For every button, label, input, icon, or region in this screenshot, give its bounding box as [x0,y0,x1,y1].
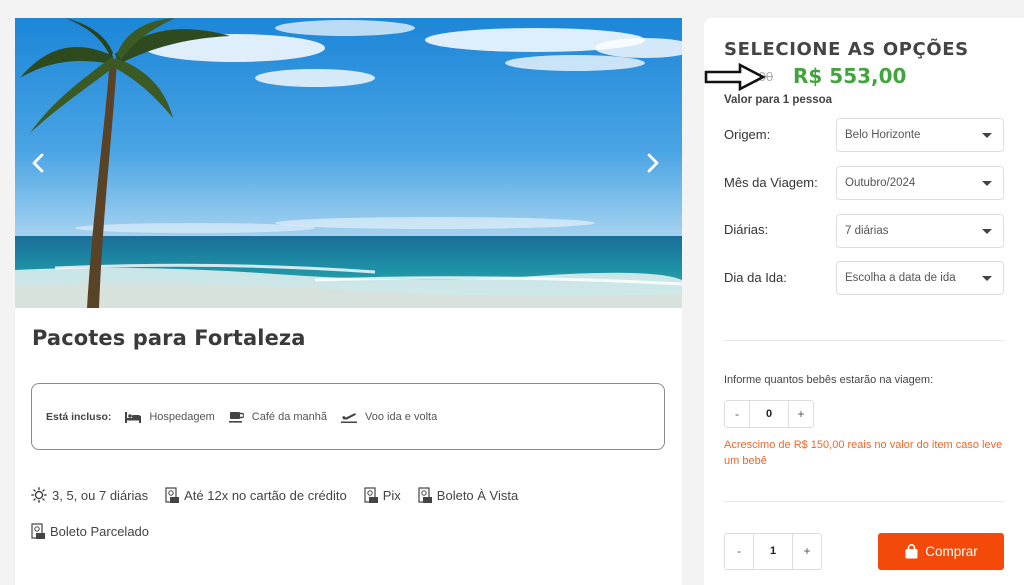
feature-label: Boleto À Vista [436,487,519,503]
departure-day-select-value: Escolha a data de ida [845,272,956,284]
included-item-breakfast: Café da manhã [228,410,328,423]
babies-decrement-button[interactable]: - [725,401,749,427]
month-select-value: Outubro/2024 [845,177,916,189]
feature-label: Boleto Parcelado [50,523,150,539]
price-note: Valor para 1 pessoa [724,94,833,106]
origin-select-value: Belo Horizonte [845,129,921,141]
divider [724,501,1004,502]
beach-photo [15,18,682,308]
options-panel: SELECIONE AS OPÇÕES R$ ...,00 R$ 553,00 … [704,18,1024,585]
receipt-icon [165,486,180,503]
feature-label: Pix [382,487,401,503]
arrow-annotation-icon [704,62,766,92]
feature-label: 3, 5, ou 7 diárias [52,487,149,503]
included-label: Está incluso: [46,410,112,423]
quantity-value[interactable]: 1 [753,534,793,569]
babies-note: Acrescimo de R$ 150,00 reais no valor do… [724,439,1003,467]
receipt-icon [31,522,45,539]
included-item-label: Voo ida e volta [365,410,438,423]
quantity-increment-button[interactable]: + [793,534,821,569]
carousel-next-icon[interactable] [640,151,664,175]
receipt-icon [364,486,378,503]
bed-icon [125,411,142,423]
departure-day-label: Dia da Ida: [724,270,787,285]
chevron-down-icon [982,229,992,234]
buy-button[interactable]: Comprar [878,533,1004,570]
babies-count[interactable]: 0 [749,401,789,427]
shopping-bag-icon [905,544,918,559]
package-card: Pacotes para Fortaleza Está incluso: Hos… [15,18,682,585]
origin-label: Origem: [724,127,771,142]
buy-button-label: Comprar [925,544,978,559]
feature-item: Boleto À Vista [418,486,519,504]
babies-increment-button[interactable]: + [789,401,813,427]
package-title: Pacotes para Fortaleza [32,326,306,350]
quantity-decrement-button[interactable]: - [725,534,753,569]
receipt-icon [418,486,432,503]
included-item-label: Hospedagem [149,410,215,423]
feature-label: Até 12x no cartão de crédito [184,487,347,503]
babies-label: Informe quantos bebês estarão na viagem: [724,374,934,386]
departure-day-select[interactable]: Escolha a data de ida [836,261,1004,295]
quantity-stepper[interactable]: - 1 + [724,533,822,570]
price: R$ 553,00 [793,64,907,88]
origin-select[interactable]: Belo Horizonte [836,118,1004,152]
nights-label: Diárias: [724,222,769,237]
chevron-down-icon [982,276,992,281]
options-title: SELECIONE AS OPÇÕES [724,39,969,60]
features-list: 3, 5, ou 7 diárias Até 12x no cartão de … [31,485,671,557]
month-label: Mês da Viagem: [724,175,818,190]
sun-icon [31,487,47,503]
included-box: Está incluso: Hospedagem Café da manhã V… [31,383,665,450]
carousel-prev-icon[interactable] [27,151,51,175]
coffee-icon [228,411,244,423]
feature-item: 3, 5, ou 7 diárias [31,487,148,503]
nights-select-value: 7 diárias [845,225,889,237]
plane-icon [341,413,358,423]
chevron-down-icon [982,133,992,138]
babies-stepper[interactable]: - 0 + [724,400,814,428]
feature-item: Até 12x no cartão de crédito [165,486,347,504]
feature-item: Pix [364,486,401,504]
feature-item: Boleto Parcelado [31,522,150,540]
chevron-down-icon [982,181,992,186]
divider [724,340,1004,341]
included-item-lodging: Hospedagem [125,410,215,423]
month-select[interactable]: Outubro/2024 [836,166,1004,200]
nights-select[interactable]: 7 diárias [836,214,1004,248]
included-item-flight: Voo ida e volta [341,410,437,423]
included-item-label: Café da manhã [251,410,328,423]
hero-carousel [15,18,682,308]
